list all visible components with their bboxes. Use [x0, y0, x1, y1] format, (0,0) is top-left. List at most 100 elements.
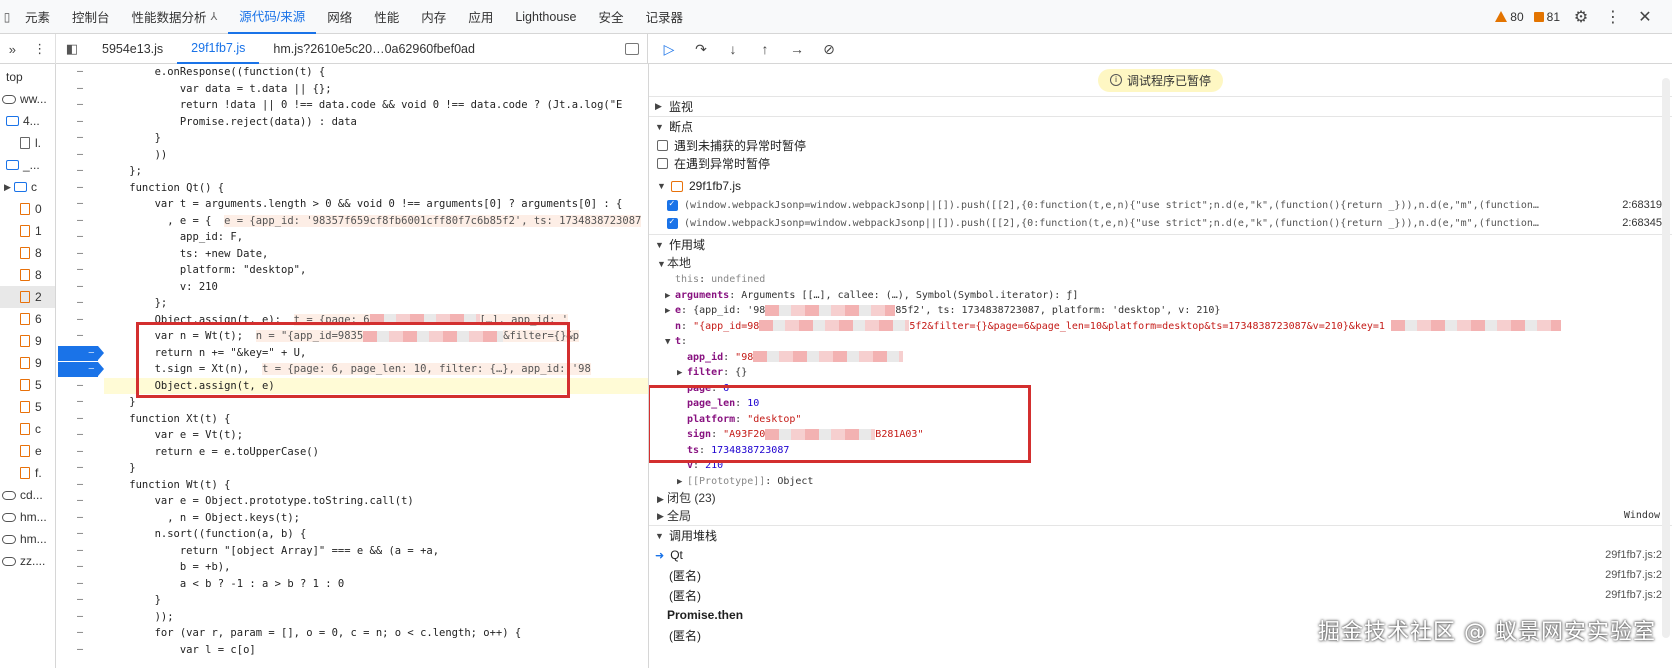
breakpoint-file-group[interactable]: ▼ 29f1fb7.js [649, 176, 1672, 196]
line-marker[interactable]: – [56, 378, 104, 395]
line-marker[interactable]: – [56, 328, 104, 345]
scope-closure[interactable]: ▶ 闭包 (23) [649, 489, 1672, 507]
panel-tab[interactable]: 网络 [316, 0, 363, 34]
kebab-menu-icon[interactable]: ⋮ [1602, 7, 1624, 27]
line-gutter[interactable]: –––––––––––––––––––––––––––––––––––––– [56, 64, 104, 668]
line-marker[interactable]: – [56, 427, 104, 444]
navigator-menu-icon[interactable]: ⋮ [33, 41, 46, 57]
panel-tab[interactable]: 控制台 [61, 0, 121, 34]
line-marker[interactable]: – [56, 543, 104, 560]
breakpoint-marker[interactable]: – [58, 345, 104, 361]
line-marker[interactable]: – [56, 444, 104, 461]
line-marker[interactable]: – [56, 180, 104, 197]
scope-t-sign[interactable]: sign: "A93F20 B281A03" [649, 427, 1672, 443]
tree-item[interactable]: zz.... [0, 550, 55, 572]
breakpoint-entry[interactable]: (window.webpackJsonp=window.webpackJsonp… [649, 196, 1672, 214]
code-editor[interactable]: –––––––––––––––––––––––––––––––––––––– e… [56, 64, 648, 668]
tree-item[interactable]: e [0, 440, 55, 462]
tree-item[interactable]: hm... [0, 528, 55, 550]
line-marker[interactable]: – [56, 163, 104, 180]
tree-item[interactable]: l. [0, 132, 55, 154]
code-content[interactable]: e.onResponse((function(t) { var data = t… [104, 64, 648, 668]
panel-tab[interactable]: 记录器 [635, 0, 695, 34]
tree-item[interactable]: 8 [0, 264, 55, 286]
scope-local[interactable]: ▼本地 [649, 254, 1672, 272]
scope-t-page-len[interactable]: page_len: 10 [649, 396, 1672, 412]
line-marker[interactable]: – [56, 510, 104, 527]
line-marker[interactable]: – [56, 609, 104, 626]
breakpoint-marker[interactable]: – [58, 362, 104, 377]
tree-item[interactable]: 2 [0, 286, 55, 308]
call-frame[interactable]: ➜ Qt 29f1fb7.js:2 [649, 545, 1672, 565]
line-marker[interactable]: – [56, 147, 104, 164]
checkbox[interactable] [667, 199, 678, 211]
checkbox[interactable] [657, 139, 668, 151]
section-scope[interactable]: ▼ 作用域 [649, 234, 1672, 254]
step-out-icon[interactable]: ↑ [754, 41, 776, 57]
section-callstack[interactable]: ▼ 调用堆栈 [649, 525, 1672, 545]
dock-side-icon[interactable]: ▯ [0, 0, 14, 34]
scope-t-platform[interactable]: platform: "desktop" [649, 412, 1672, 428]
line-marker[interactable]: – [56, 625, 104, 642]
scope-t-filter[interactable]: ▶ filter: {} [649, 365, 1672, 381]
tree-item[interactable]: 9 [0, 352, 55, 374]
line-marker[interactable]: – [56, 295, 104, 312]
tree-item[interactable]: top [0, 66, 55, 88]
line-marker[interactable]: – [56, 559, 104, 576]
file-tab[interactable]: 29f1fb7.js [177, 34, 260, 64]
scope-t-app-id[interactable]: app_id: "98 [649, 350, 1672, 366]
line-marker[interactable]: – [56, 64, 104, 81]
checkbox[interactable] [657, 157, 668, 169]
line-marker[interactable]: – [56, 460, 104, 477]
close-icon[interactable]: ✕ [1634, 7, 1656, 27]
line-marker[interactable]: – [56, 262, 104, 279]
line-marker[interactable]: – [56, 526, 104, 543]
toggle-debugger-icon[interactable] [625, 43, 639, 55]
call-frame[interactable]: (匿名) 29f1fb7.js:2 [649, 565, 1672, 585]
line-marker[interactable]: – [56, 312, 104, 329]
tree-item[interactable]: 4... [0, 110, 55, 132]
line-marker[interactable]: – [56, 576, 104, 593]
deactivate-breakpoints-icon[interactable]: ⊘ [818, 41, 840, 58]
call-frame[interactable]: (匿名) 29f1fb7.js:2 [649, 585, 1672, 605]
line-marker[interactable]: – [56, 229, 104, 246]
toggle-navigator-icon[interactable]: ◧ [56, 41, 88, 57]
line-marker[interactable]: – [56, 394, 104, 411]
line-marker[interactable]: – [56, 642, 104, 659]
step-icon[interactable]: → [786, 41, 808, 57]
line-marker[interactable]: – [56, 279, 104, 296]
scope-e[interactable]: ▶ e: {app_id: '98 85f2', ts: 1734838723087… [649, 303, 1672, 319]
tree-item[interactable]: f. [0, 462, 55, 484]
tree-item[interactable]: cd... [0, 484, 55, 506]
pause-caught-option[interactable]: 在遇到异常时暂停 [649, 154, 1672, 172]
tree-item[interactable]: 1 [0, 220, 55, 242]
section-watch[interactable]: ▶ 监视 [649, 96, 1672, 116]
scope-t-ts[interactable]: ts: 1734838723087 [649, 443, 1672, 459]
line-marker[interactable]: – [56, 246, 104, 263]
section-breakpoints[interactable]: ▼ 断点 [649, 116, 1672, 136]
line-marker[interactable]: – [56, 114, 104, 131]
panel-tab[interactable]: 安全 [588, 0, 635, 34]
file-tab[interactable]: 5954e13.js [88, 34, 177, 64]
line-marker[interactable]: – [56, 493, 104, 510]
tree-item[interactable]: _... [0, 154, 55, 176]
panel-tab[interactable]: Lighthouse [504, 0, 587, 34]
line-marker[interactable]: – [56, 411, 104, 428]
scope-this[interactable]: this: undefined [649, 272, 1672, 288]
scope-t-v[interactable]: v: 210 [649, 458, 1672, 474]
panel-tab[interactable]: 应用 [457, 0, 504, 34]
tree-item[interactable]: hm... [0, 506, 55, 528]
errors-badge[interactable]: 81 [1533, 10, 1560, 24]
breakpoint-entry[interactable]: (window.webpackJsonp=window.webpackJsonp… [649, 214, 1672, 232]
line-marker[interactable]: – [56, 97, 104, 114]
tree-item[interactable]: 5 [0, 374, 55, 396]
scope-arguments[interactable]: ▶ arguments: Arguments [[…], callee: (…),… [649, 288, 1672, 304]
file-tab[interactable]: hm.js?2610e5c20…0a62960fbef0ad [259, 34, 489, 64]
checkbox[interactable] [667, 217, 678, 229]
step-over-icon[interactable]: ↷ [690, 41, 712, 58]
line-marker[interactable]: – [56, 196, 104, 213]
tree-item[interactable]: ▶ c [0, 176, 55, 198]
panel-tab[interactable]: 性能数据分析 ⅄ [121, 0, 229, 34]
panel-tab[interactable]: 性能 [363, 0, 410, 34]
tree-item[interactable]: ww... [0, 88, 55, 110]
